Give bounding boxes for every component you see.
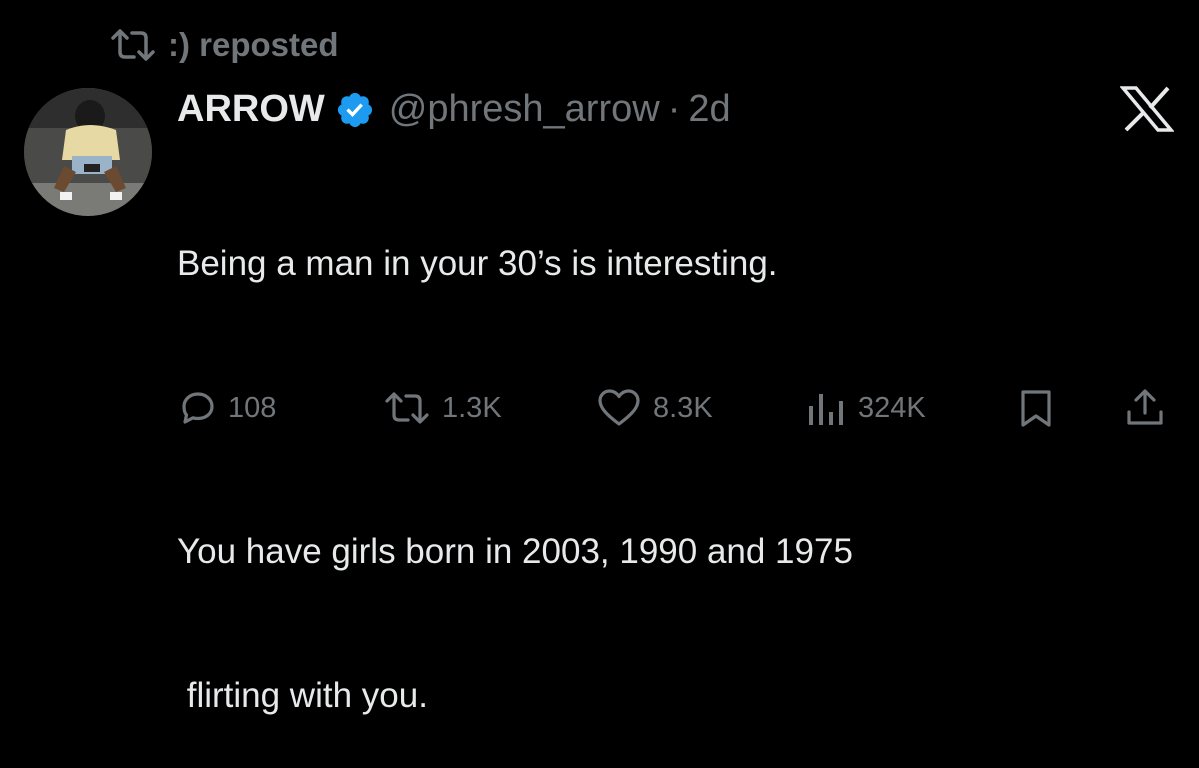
tweet-line: You have girls born in 2003, 1990 and 19… <box>177 532 853 571</box>
action-bar: 108 1.3K 8.3K 324K <box>0 384 1199 432</box>
x-logo-icon[interactable] <box>1119 86 1175 132</box>
views-button[interactable]: 324K <box>806 384 926 432</box>
like-button[interactable]: 8.3K <box>597 384 713 432</box>
like-count: 8.3K <box>653 391 713 424</box>
views-count: 324K <box>858 391 926 424</box>
timestamp[interactable]: 2d <box>688 84 730 134</box>
share-button[interactable] <box>1125 384 1165 432</box>
tweet-line: Being a man in your 30’s is interesting. <box>177 244 778 283</box>
tweet-body: Being a man in your 30’s is interesting.… <box>177 144 853 768</box>
reply-count: 108 <box>228 391 277 424</box>
share-icon <box>1125 388 1165 428</box>
verified-badge-icon <box>335 88 375 130</box>
author-handle[interactable]: @phresh_arrow <box>389 84 660 134</box>
tweet-header: ARROW @phresh_arrow · 2d <box>177 84 731 134</box>
repost-count: 1.3K <box>442 391 502 424</box>
author-name[interactable]: ARROW <box>177 84 325 134</box>
repost-text: :) reposted <box>168 26 339 63</box>
repost-button[interactable]: 1.3K <box>384 384 502 432</box>
repost-icon <box>110 28 156 62</box>
reply-button[interactable]: 108 <box>180 384 276 432</box>
separator-dot: · <box>667 88 681 130</box>
repost-context[interactable]: :) reposted <box>110 26 339 64</box>
repost-icon <box>384 391 430 425</box>
tweet-line: flirting with you. <box>177 676 428 715</box>
bookmark-icon <box>1018 388 1054 428</box>
like-icon <box>597 388 641 428</box>
avatar[interactable] <box>24 88 152 216</box>
views-icon <box>806 390 846 426</box>
bookmark-button[interactable] <box>1018 384 1054 432</box>
reply-icon <box>180 390 216 426</box>
